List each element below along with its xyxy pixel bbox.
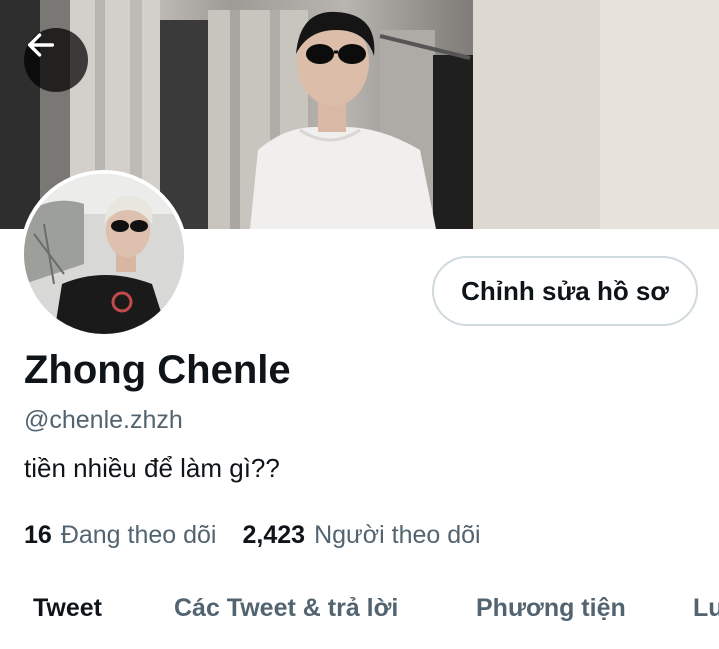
tab-likes[interactable]: Lu (693, 594, 719, 623)
profile-page: Chỉnh sửa hồ sơ Zhong Chenle @chenle.zhz… (0, 0, 719, 649)
follow-stats: 16 Đang theo dõi 2,423 Người theo dõi (24, 521, 481, 550)
back-button[interactable] (24, 28, 88, 92)
avatar-photo (24, 174, 184, 334)
following-label: Đang theo dõi (60, 521, 217, 549)
profile-tabs: Tweet Các Tweet & trả lời Phương tiện Lu (0, 580, 719, 649)
profile-avatar[interactable] (20, 170, 188, 338)
following-link[interactable]: 16 Đang theo dõi (24, 521, 217, 550)
following-count: 16 (24, 521, 52, 549)
edit-profile-button[interactable]: Chỉnh sửa hồ sơ (432, 256, 698, 326)
user-handle: @chenle.zhzh (24, 406, 183, 434)
tab-media[interactable]: Phương tiện (476, 594, 626, 623)
tab-tweets[interactable]: Tweet (33, 594, 102, 623)
display-name: Zhong Chenle (24, 348, 291, 392)
tab-tweets-and-replies[interactable]: Các Tweet & trả lời (174, 594, 398, 623)
profile-bio: tiền nhiều để làm gì?? (24, 453, 280, 483)
arrow-left-icon (27, 33, 55, 57)
followers-label: Người theo dõi (314, 521, 481, 549)
followers-count: 2,423 (242, 521, 306, 549)
followers-link[interactable]: 2,423 Người theo dõi (243, 521, 481, 550)
